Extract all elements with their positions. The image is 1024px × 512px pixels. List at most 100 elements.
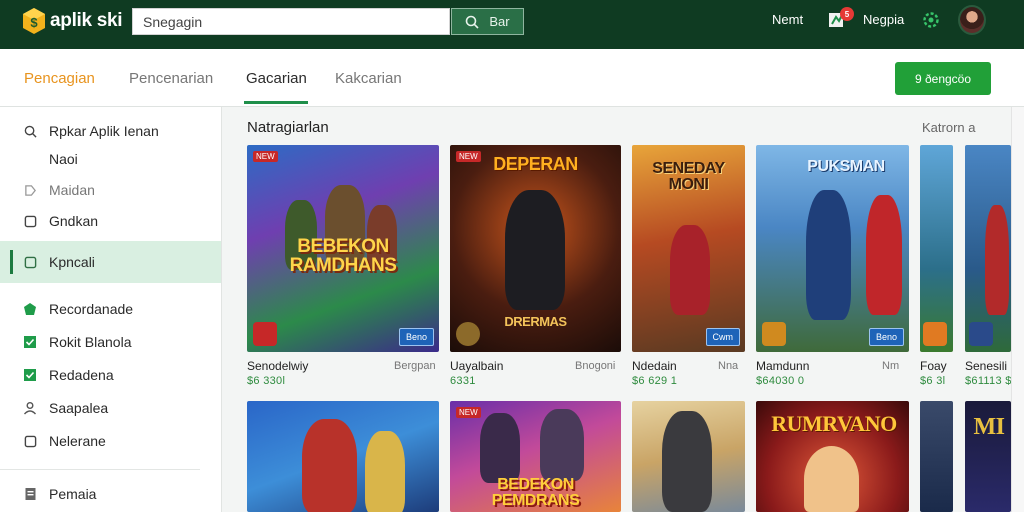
game-price: $6 629 1 xyxy=(632,375,678,387)
game-name[interactable]: Uayalbain xyxy=(450,359,503,373)
sidebar-item-saapalea[interactable]: Saapalea xyxy=(0,394,221,422)
game-art-title: BEDEKON PEMDRANS xyxy=(491,476,580,509)
game-card[interactable]: RUMRVANO xyxy=(756,401,909,512)
app-icon xyxy=(762,322,786,346)
game-developer: Nm xyxy=(882,360,900,372)
tab-pencenarian[interactable]: Pencenarian xyxy=(129,70,213,87)
game-card[interactable]: MI xyxy=(965,401,1011,512)
avatar[interactable] xyxy=(958,5,986,35)
game-price: $61113 $ xyxy=(965,375,1012,387)
game-art-subtitle: DRERMAS xyxy=(504,314,567,329)
app-name: aplik ski xyxy=(50,10,123,31)
app-logo[interactable]: $ aplik ski xyxy=(22,7,123,35)
character-figure xyxy=(866,195,902,315)
sidebar-item-label: Naoi xyxy=(49,151,78,167)
sidebar-item-recordanade[interactable]: Recordanade xyxy=(0,295,221,323)
sidebar-item-label: Gndkan xyxy=(49,213,99,229)
sidebar-item-label: Recordanade xyxy=(49,301,134,317)
notification-badge: 5 xyxy=(840,7,854,21)
tab-kakcarian[interactable]: Kakcarian xyxy=(335,70,402,87)
person-icon xyxy=(22,400,38,416)
gear-icon[interactable] xyxy=(921,10,941,30)
game-price: 6331 xyxy=(450,375,476,387)
sidebar-item-redadena[interactable]: Redadena xyxy=(0,361,221,389)
logo-icon: $ xyxy=(23,8,45,34)
game-developer: Nna xyxy=(718,360,739,372)
game-art-title: PUKSMAN xyxy=(807,158,885,175)
sidebar-item-label: Saapalea xyxy=(49,400,109,416)
tab-bar: Pencagian Pencenarian Gacarian Kakcarian… xyxy=(0,49,1024,107)
sidebar-item-pemaia[interactable]: Pemaia xyxy=(0,480,221,508)
game-developer: Bergpan xyxy=(394,360,436,372)
game-price: $6 3l xyxy=(920,375,946,387)
game-card[interactable]: PUKSMAN Beno xyxy=(756,145,909,352)
sidebar-item-label: Maidan xyxy=(49,182,95,198)
game-art-title: RUMRVANO xyxy=(771,411,897,436)
sidebar-item-label: Redadena xyxy=(49,367,114,383)
game-card[interactable] xyxy=(247,401,439,512)
sidebar-item-label: Pemaia xyxy=(49,486,97,502)
sidebar-item-rokit-blanola[interactable]: Rokit Blanola xyxy=(0,328,221,356)
game-price: $64030 0 xyxy=(756,375,805,387)
game-name[interactable]: Senodelwiy xyxy=(247,359,308,373)
nav-link-secondary[interactable]: Negpia xyxy=(863,12,904,27)
game-name[interactable]: Senesili xyxy=(965,359,1007,373)
character-figure xyxy=(505,190,565,310)
square-check-icon xyxy=(22,367,38,383)
game-name[interactable]: Ndedain xyxy=(632,359,677,373)
search-button[interactable]: Bar xyxy=(451,8,524,35)
character-figure xyxy=(985,205,1009,315)
square-icon xyxy=(22,433,38,449)
character-figure xyxy=(302,419,357,512)
character-figure xyxy=(662,411,712,512)
new-badge: NEW xyxy=(456,407,481,418)
sidebar-item-search[interactable]: Rpkar Aplik Ienan xyxy=(0,117,221,145)
sidebar-item-gndkan[interactable]: Gndkan xyxy=(0,207,221,235)
game-art-title: SENEDAY MONI xyxy=(652,160,725,193)
search-icon xyxy=(22,123,38,139)
game-card[interactable] xyxy=(920,145,953,352)
top-bar: $ aplik ski Bar Nemt 5 Negpia xyxy=(0,0,1024,49)
install-badge[interactable]: Beno xyxy=(398,328,434,346)
game-name[interactable]: Mamdunn xyxy=(756,359,809,373)
sidebar-item-naoi[interactable]: Naoi xyxy=(0,145,221,173)
new-badge: NEW xyxy=(253,151,278,162)
character-figure xyxy=(480,413,520,483)
nav-link-primary[interactable]: Nemt xyxy=(772,12,803,27)
sidebar-item-label: Kpncali xyxy=(49,254,95,270)
game-card[interactable]: DEPERAN DRERMAS NEW xyxy=(450,145,621,352)
active-tab-indicator xyxy=(244,101,308,104)
game-card[interactable] xyxy=(965,145,1011,352)
sidebar-item-maidan[interactable]: Maidan xyxy=(0,176,221,204)
shield-icon xyxy=(22,301,38,317)
character-figure xyxy=(806,190,851,320)
tab-pencagian[interactable]: Pencagian xyxy=(24,70,95,87)
character-figure xyxy=(670,225,710,315)
game-card[interactable] xyxy=(920,401,953,512)
primary-action-button[interactable]: 9 ðengcöo xyxy=(895,62,991,95)
search-icon xyxy=(466,15,479,29)
scrollbar[interactable] xyxy=(1011,107,1024,512)
game-card[interactable] xyxy=(632,401,745,512)
search-input[interactable] xyxy=(132,8,450,35)
install-badge[interactable]: Cwm xyxy=(705,328,740,346)
game-name[interactable]: Foay xyxy=(920,359,947,373)
tab-gacarian[interactable]: Gacarian xyxy=(246,70,307,87)
install-badge[interactable]: Beno xyxy=(868,328,904,346)
doc-icon xyxy=(22,486,38,502)
square-check-icon xyxy=(22,334,38,350)
app-icon xyxy=(923,322,947,346)
character-figure xyxy=(365,431,405,512)
tag-icon xyxy=(22,182,38,198)
character-figure xyxy=(804,446,859,512)
game-card[interactable]: SENEDAY MONI Cwm xyxy=(632,145,745,352)
section-title: Natragiarlan xyxy=(247,119,329,136)
square-icon xyxy=(22,254,38,270)
character-figure xyxy=(540,409,584,481)
game-card[interactable]: BEBEKON RAMDHANS NEW Beno xyxy=(247,145,439,352)
sidebar-item-kpncali[interactable]: Kpncali xyxy=(0,241,221,283)
sidebar-item-nelerane[interactable]: Nelerane xyxy=(0,427,221,455)
see-all-link[interactable]: Katrorn a xyxy=(922,120,975,135)
sidebar-item-label: Rokit Blanola xyxy=(49,334,132,350)
game-card[interactable]: BEDEKON PEMDRANS NEW xyxy=(450,401,621,512)
